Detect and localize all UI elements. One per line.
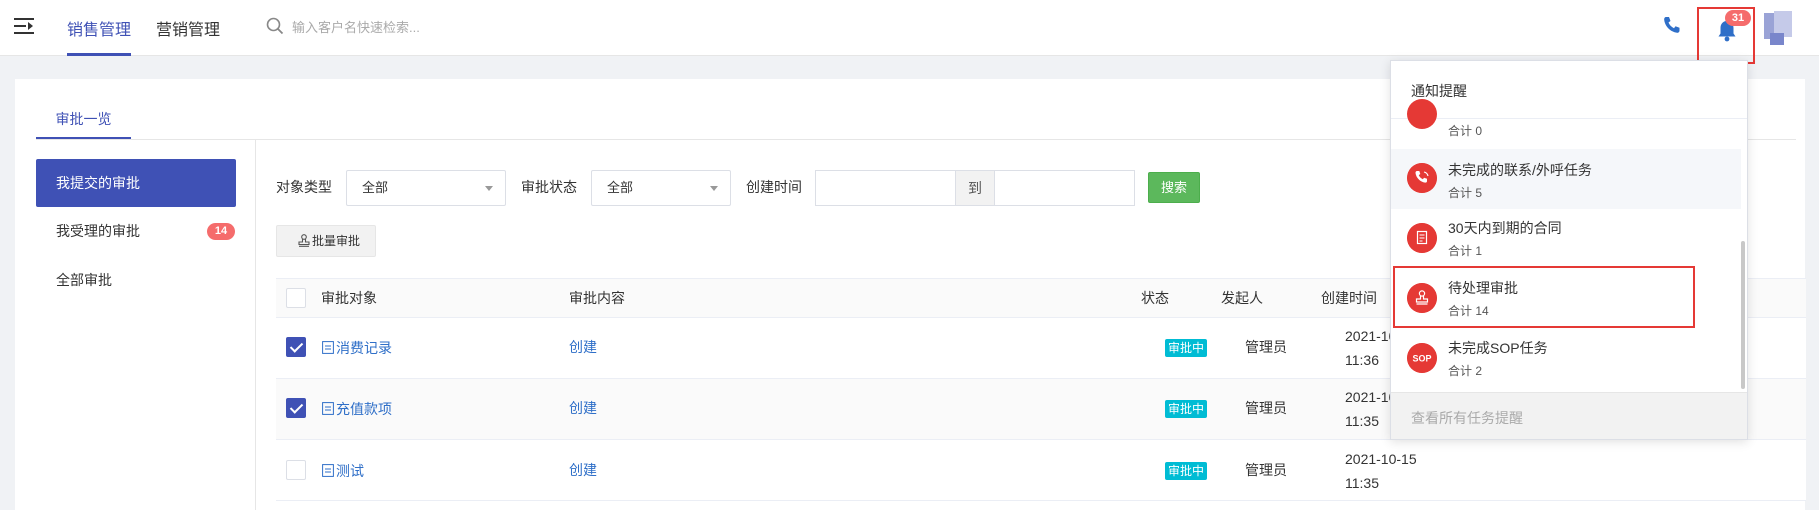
object-type-value: 全部	[362, 180, 389, 195]
sidebar-item-label: 我受理的审批	[56, 223, 140, 239]
row-checkbox[interactable]	[286, 398, 306, 418]
notification-bell-button[interactable]: 31	[1697, 7, 1755, 64]
column-header-status: 状态	[1141, 290, 1169, 306]
status-badge: 审批中	[1165, 339, 1208, 357]
select-all-checkbox[interactable]	[286, 288, 306, 308]
created-time-cell: 11:35	[1345, 475, 1379, 491]
column-header-initiator: 发起人	[1221, 290, 1263, 306]
object-type-select[interactable]: 全部	[346, 170, 506, 206]
row-checkbox[interactable]	[286, 337, 306, 357]
column-header-object: 审批对象	[321, 290, 377, 306]
search-icon[interactable]	[266, 17, 284, 35]
status-badge: 审批中	[1165, 400, 1208, 418]
object-type-label: 对象类型	[276, 179, 332, 195]
chevron-down-icon	[485, 186, 493, 191]
approval-object-link[interactable]: 消费记录	[336, 338, 392, 358]
notification-label: 未完成SOP任务	[1448, 340, 1548, 356]
status-badge: 审批中	[1165, 462, 1208, 480]
notification-count: 合计 5	[1448, 186, 1483, 200]
sidebar-item-my-submitted[interactable]: 我提交的审批	[36, 159, 236, 207]
notification-count: 合计 0	[1448, 124, 1483, 138]
notification-title: 通知提醒	[1411, 83, 1467, 99]
table-row: 测试 创建 审批中 管理员 2021-10-15 11:35	[276, 440, 1806, 501]
initiator-cell: 管理员	[1245, 339, 1287, 355]
approval-status-select[interactable]: 全部	[591, 170, 731, 206]
column-header-created-time: 创建时间	[1321, 290, 1377, 306]
phone-icon[interactable]	[1662, 15, 1682, 35]
notification-count: 合计 1	[1448, 244, 1483, 258]
svg-text:SOP: SOP	[1412, 354, 1431, 364]
sidebar-item-label: 全部审批	[56, 272, 112, 288]
created-date-cell: 2021-10-15	[1345, 451, 1417, 467]
active-tab-indicator	[67, 53, 131, 56]
notification-dropdown: 通知提醒 合计 0 未完成的联系/外呼任务 合计 5 30天内到期的合同 合计 …	[1390, 60, 1748, 440]
notification-label: 未完成的联系/外呼任务	[1448, 162, 1592, 178]
created-time-cell: 11:36	[1345, 352, 1379, 368]
contract-icon	[1407, 223, 1437, 253]
chevron-down-icon	[710, 186, 718, 191]
end-date-input[interactable]	[994, 170, 1135, 206]
phone-call-icon	[1407, 163, 1437, 193]
notification-label: 30天内到期的合同	[1448, 220, 1562, 236]
approval-content-link[interactable]: 创建	[569, 398, 597, 418]
partial-icon	[1407, 99, 1437, 129]
notification-item-sop-tasks[interactable]: SOP 未完成SOP任务 合计 2	[1391, 329, 1741, 389]
sidebar-item-label: 我提交的审批	[56, 175, 140, 191]
notification-footer: 查看所有任务提醒	[1391, 392, 1747, 439]
approval-status-value: 全部	[607, 180, 634, 195]
record-icon	[322, 341, 334, 354]
nav-tab-sales-management[interactable]: 销售管理	[67, 16, 131, 40]
approval-object-link[interactable]: 充值款项	[336, 399, 392, 419]
pending-count-badge: 14	[207, 223, 235, 240]
date-range-separator: 到	[955, 170, 995, 206]
notification-scrollbar[interactable]	[1741, 241, 1745, 389]
sidebar-item-my-handled[interactable]: 我受理的审批 14	[36, 207, 236, 255]
sop-icon: SOP	[1407, 343, 1437, 373]
view-all-reminders-link[interactable]: 查看所有任务提醒	[1411, 408, 1523, 428]
notification-item-partial[interactable]: 合计 0	[1391, 99, 1741, 145]
avatar[interactable]	[1764, 9, 1794, 45]
search-button[interactable]: 搜索	[1148, 172, 1200, 203]
start-date-input[interactable]	[815, 170, 956, 206]
menu-toggle-icon[interactable]	[14, 17, 34, 35]
stamp-icon	[298, 234, 310, 247]
initiator-cell: 管理员	[1245, 462, 1287, 478]
created-time-cell: 11:35	[1345, 413, 1379, 429]
record-icon	[322, 402, 334, 415]
notification-count-badge: 31	[1725, 10, 1751, 26]
row-checkbox[interactable]	[286, 460, 306, 480]
approval-content-link[interactable]: 创建	[569, 460, 597, 480]
sidebar-item-all-approvals[interactable]: 全部审批	[36, 256, 236, 304]
customer-search-input[interactable]	[292, 14, 552, 40]
initiator-cell: 管理员	[1245, 400, 1287, 416]
approval-object-link[interactable]: 测试	[336, 461, 364, 481]
approval-content-link[interactable]: 创建	[569, 337, 597, 357]
batch-approve-button[interactable]: 批量审批	[276, 225, 376, 257]
nav-tab-marketing-management[interactable]: 营销管理	[156, 16, 220, 40]
batch-approve-label: 批量审批	[312, 234, 361, 248]
notification-item-expiring-contracts[interactable]: 30天内到期的合同 合计 1	[1391, 209, 1741, 269]
created-time-label: 创建时间	[746, 179, 802, 195]
sidebar-divider	[255, 140, 256, 510]
column-header-content: 审批内容	[569, 290, 625, 306]
record-icon	[322, 464, 334, 477]
top-bar: 销售管理 营销管理 31	[0, 0, 1819, 64]
notification-item-contact-tasks[interactable]: 未完成的联系/外呼任务 合计 5	[1391, 149, 1741, 209]
approval-status-label: 审批状态	[521, 179, 577, 195]
pending-approval-highlight	[1393, 266, 1695, 328]
notification-count: 合计 2	[1448, 364, 1483, 378]
